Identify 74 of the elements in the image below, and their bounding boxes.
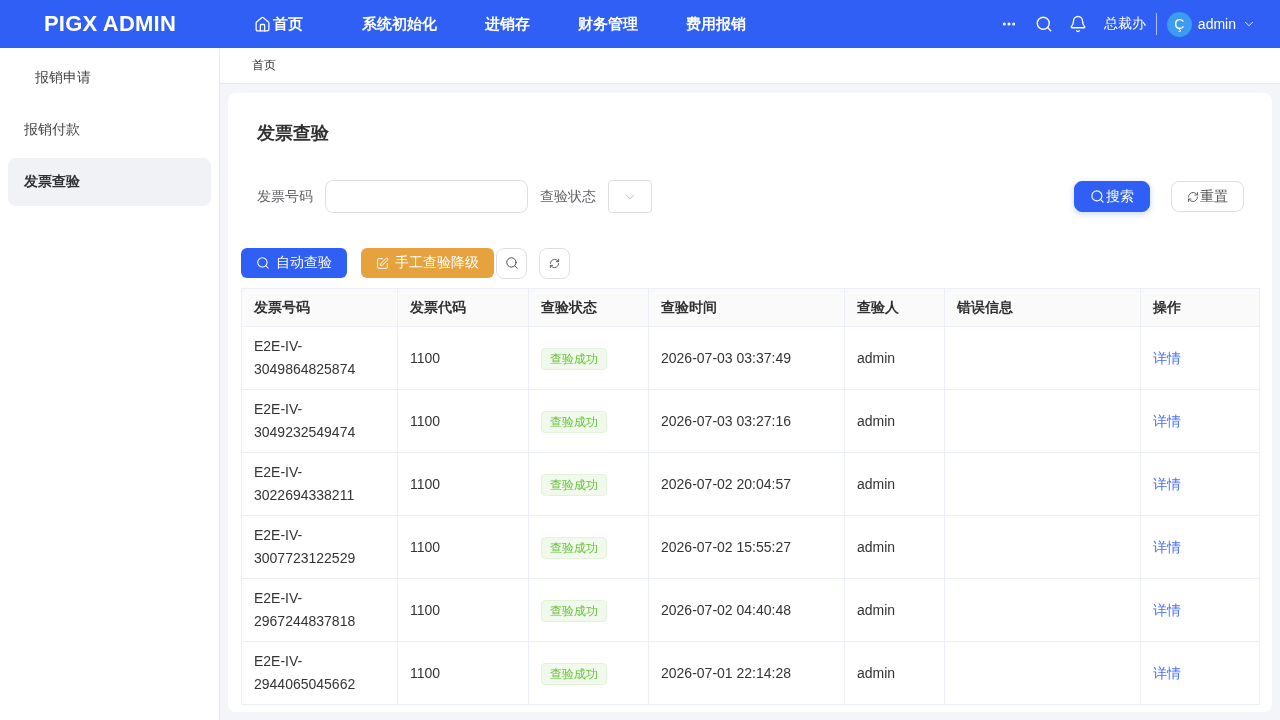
org-name[interactable]: 总裁办 [1103,15,1146,33]
search-icon[interactable] [1034,15,1053,33]
table-cell: 2026-07-02 04:40:48 [648,578,845,642]
table-cell: admin [844,452,945,516]
logo: PIGX ADMIN [43,11,177,37]
sidebar-item[interactable]: 报销申请 [8,54,211,102]
table-cell: 2026-07-01 22:14:28 [648,641,845,705]
table-cell: E2E-IV-2967244837818 [241,578,398,642]
table-cell: 2026-07-03 03:37:49 [648,326,845,390]
table-cell: E2E-IV-3022694338211 [241,452,398,516]
nav-item[interactable]: 首页 [254,14,303,34]
status-tag: 查验成功 [541,410,607,433]
home-icon [254,15,271,33]
table-cell: admin [844,641,945,705]
status-tag: 查验成功 [541,662,607,685]
column-header: 查验时间 [648,288,845,327]
nav-item[interactable]: 费用报销 [686,14,746,34]
sidebar-item[interactable]: 发票查验 [8,158,211,206]
search-icon [1090,189,1105,204]
table-cell: E2E-IV-3049864825874 [241,326,398,390]
table-cell: admin [844,515,945,579]
table-cell: admin [844,578,945,642]
status-tag: 查验成功 [541,536,607,559]
field-label: 发票号码 [257,187,313,206]
details-link[interactable]: 详情 [1153,538,1181,555]
field-label: 查验状态 [540,187,596,206]
table-cell: 1100 [397,578,529,642]
details-link[interactable]: 详情 [1153,412,1181,429]
user-name[interactable]: admin [1197,16,1236,32]
table-cell: 1100 [397,515,529,579]
refresh-button[interactable] [539,247,570,279]
column-header: 操作 [1140,288,1260,327]
table-cell: 2026-07-03 03:27:16 [648,389,845,453]
search-icon [256,256,270,270]
page-title: 发票查验 [257,122,330,145]
column-header: 查验状态 [528,288,649,327]
nav-item[interactable]: 进销存 [485,14,530,34]
table-cell: 2026-07-02 15:55:27 [648,515,845,579]
avatar[interactable]: Ç [1166,11,1192,37]
table-cell: 1100 [397,389,529,453]
details-link[interactable]: 详情 [1153,664,1181,681]
auto-check-button[interactable]: 自动查验 [241,248,347,278]
column-header: 发票号码 [241,288,398,327]
status-tag: 查验成功 [541,347,607,370]
invoice-number-input[interactable] [325,180,528,213]
refresh-icon [549,257,560,269]
column-header: 错误信息 [944,288,1141,327]
search-toggle-button[interactable] [496,247,527,279]
status-tag: 查验成功 [541,599,607,622]
table-cell: E2E-IV-3049232549474 [241,389,398,453]
table-cell: 1100 [397,452,529,516]
details-link[interactable]: 详情 [1153,349,1181,366]
column-header: 查验人 [844,288,945,327]
table-cell: admin [844,389,945,453]
table-cell: admin [844,326,945,390]
table-cell: 1100 [397,326,529,390]
table-cell: 1100 [397,641,529,705]
table-cell: 2026-07-02 20:04:57 [648,452,845,516]
table-cell: E2E-IV-2944065045662 [241,641,398,705]
sidebar-item[interactable]: 报销付款 [8,106,211,154]
search-button[interactable]: 搜索 [1074,181,1150,212]
nav-item[interactable]: 财务管理 [578,14,638,34]
reset-button[interactable]: 重置 [1171,181,1244,212]
edit-icon [376,256,389,270]
column-header: 发票代码 [397,288,529,327]
breadcrumb-item[interactable]: 首页 [252,57,276,74]
refresh-icon [1187,190,1199,203]
status-tag: 查验成功 [541,473,607,496]
nav-item[interactable]: 系统初始化 [362,14,437,34]
table-cell: E2E-IV-3007723122529 [241,515,398,579]
bell-icon[interactable] [1068,15,1087,33]
details-link[interactable]: 详情 [1153,601,1181,618]
details-link[interactable]: 详情 [1153,475,1181,492]
search-icon [504,256,519,270]
